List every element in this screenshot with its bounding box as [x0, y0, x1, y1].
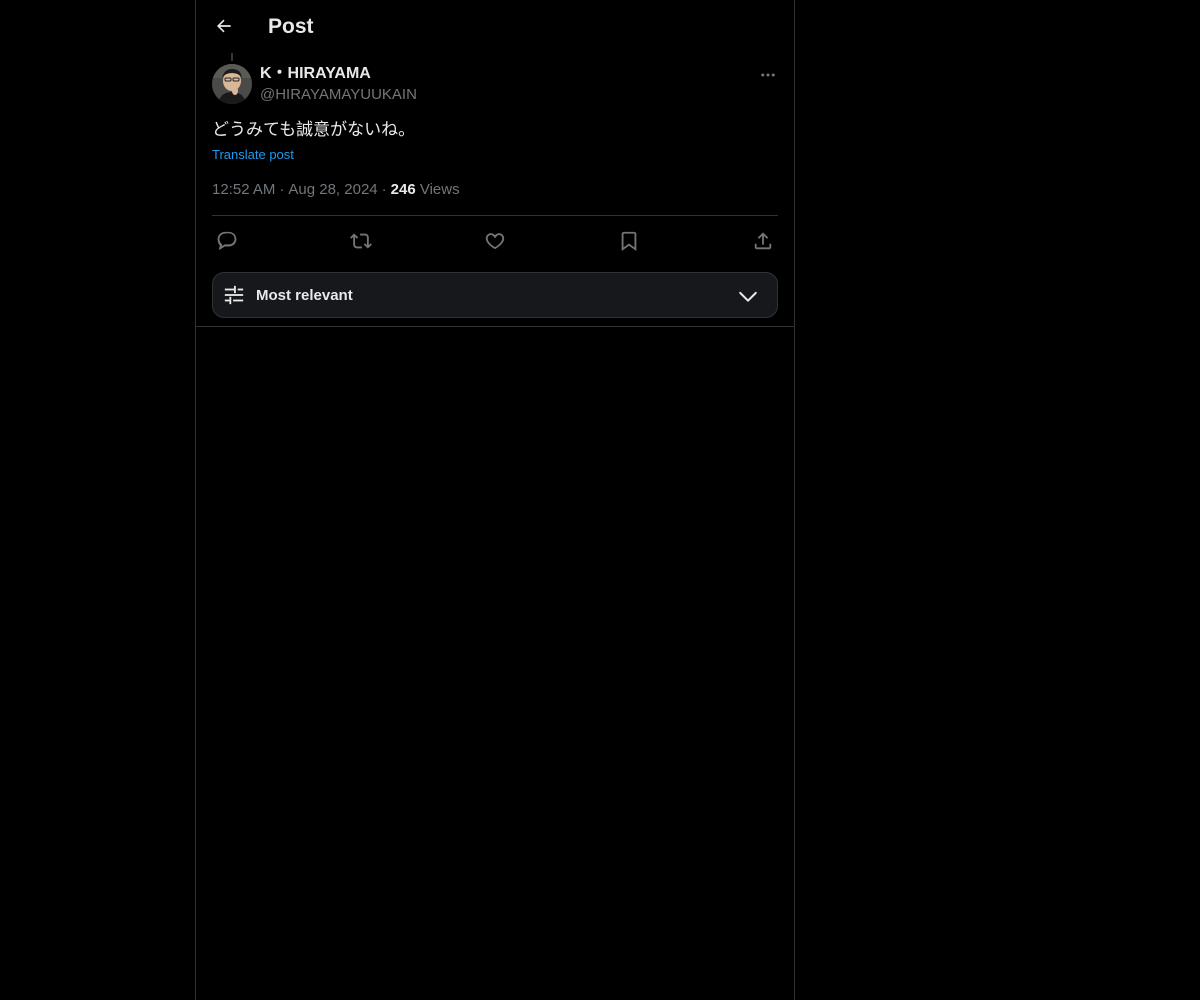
reply-icon [216, 230, 238, 252]
share-icon [752, 230, 774, 252]
post-time[interactable]: 12:52 AM [212, 181, 275, 198]
share-button[interactable] [751, 229, 775, 253]
post-date[interactable]: Aug 28, 2024 [288, 181, 377, 198]
post-detail-column: Post K・HIRAYAMA @HIRAYAMAYUUKAIN どうみても誠意… [195, 0, 795, 1000]
post-metadata: 12:52 AM · Aug 28, 2024 · 246 Views [212, 180, 460, 200]
bookmark-icon [618, 230, 640, 252]
thread-connector-line [231, 53, 233, 61]
post-text: どうみても誠意がないね。 [212, 120, 416, 140]
meta-separator: · [279, 181, 285, 198]
views-count: 246 [390, 181, 416, 198]
sliders-icon [223, 284, 245, 306]
meta-separator: · [381, 181, 387, 198]
author-name[interactable]: K・HIRAYAMA [260, 64, 371, 84]
page-header: Post [196, 0, 794, 53]
more-horizontal-icon [759, 66, 777, 84]
author-handle[interactable]: @HIRAYAMAYUUKAIN [260, 85, 417, 105]
arrow-left-icon [214, 16, 234, 36]
heart-icon [484, 230, 506, 252]
repost-button[interactable] [349, 229, 373, 253]
more-options-button[interactable] [756, 64, 780, 86]
reply-button[interactable] [215, 229, 239, 253]
divider [196, 326, 794, 327]
page-title: Post [268, 15, 314, 38]
translate-post-link[interactable]: Translate post [212, 146, 294, 164]
views-label: Views [419, 181, 460, 198]
chevron-down-icon [737, 286, 759, 308]
divider [212, 215, 778, 216]
back-button[interactable] [208, 10, 240, 42]
repost-icon [350, 230, 372, 252]
like-button[interactable] [483, 229, 507, 253]
bookmark-button[interactable] [617, 229, 641, 253]
sort-label: Most relevant [256, 287, 353, 304]
sort-replies-dropdown[interactable]: Most relevant [212, 272, 778, 318]
avatar[interactable] [212, 64, 252, 104]
action-bar [212, 226, 778, 256]
